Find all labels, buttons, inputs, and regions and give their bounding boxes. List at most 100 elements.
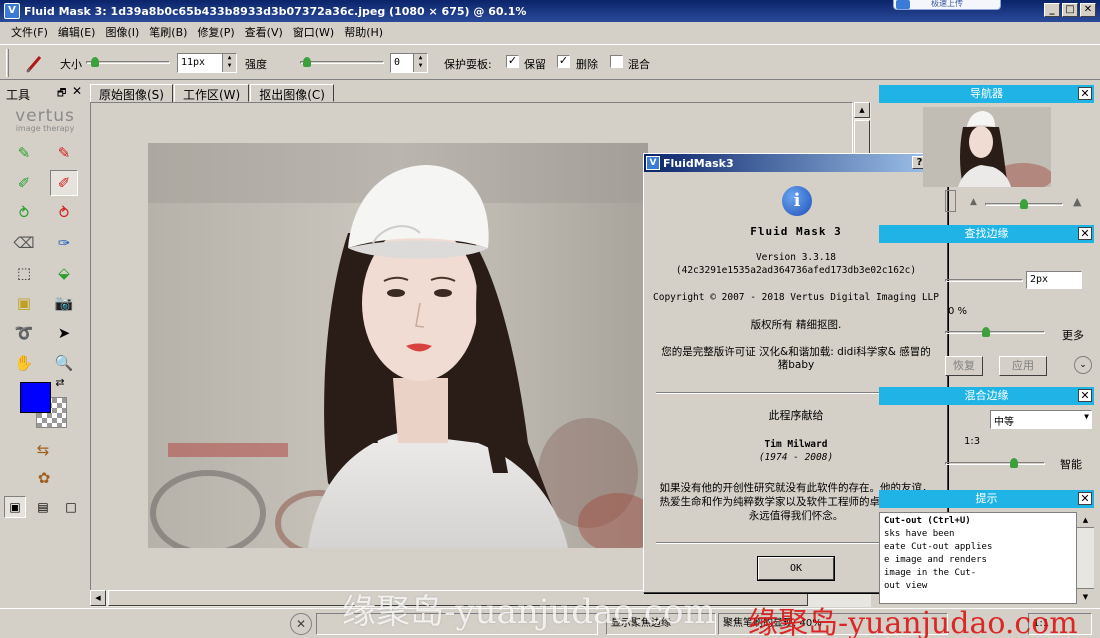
delete-brush-icon[interactable]: ✎	[50, 140, 78, 166]
expand-icon[interactable]: ⌄	[1074, 356, 1092, 374]
zoom-out-icon[interactable]: ▲	[970, 197, 977, 207]
keep-checkbox[interactable]: ✓	[506, 55, 519, 68]
lasso-icon[interactable]: ➰	[10, 320, 38, 346]
restore-button[interactable]: 恢复	[945, 356, 983, 376]
menu-repair[interactable]: 修复(P)	[192, 24, 239, 40]
selection-icon[interactable]: ⬚	[10, 260, 38, 286]
vertus-logo: vertus image therapy	[15, 106, 75, 133]
upload-button[interactable]: 极速上传	[893, 0, 1001, 10]
dialog-version: Version 3.3.18	[755, 252, 837, 263]
blend-slider-thumb[interactable]	[1010, 458, 1018, 468]
menu-window[interactable]: 窗口(W)	[288, 24, 339, 40]
size-spinner-icon[interactable]: ▲ ▼	[222, 54, 236, 72]
dialog-rights: 版权所有 精细抠图.	[750, 319, 842, 331]
scroll-left-icon[interactable]: ◀	[90, 590, 106, 606]
strength-input[interactable]: 0 ▲ ▼	[390, 53, 428, 73]
view-toggle-icon[interactable]: ⇆	[20, 437, 66, 463]
local-mask-icon[interactable]: ▣	[10, 290, 38, 316]
title-bar: V Fluid Mask 3: 1d39a8b0c65b433b8933d3b0…	[0, 0, 1100, 22]
hint-scrollbar[interactable]: ▲ ▼	[1076, 512, 1094, 604]
menu-file[interactable]: 文件(F)	[6, 24, 53, 40]
maximize-button[interactable]: □	[1062, 3, 1078, 17]
delete-fill-brush-icon[interactable]: ✐	[50, 170, 78, 196]
strength-slider-thumb[interactable]	[302, 57, 311, 67]
pointer-icon[interactable]: ➤	[50, 320, 78, 346]
menu-brush[interactable]: 笔刷(B)	[144, 24, 192, 40]
dropdown-arrow-icon: ▼	[1084, 412, 1089, 421]
zoom-slider[interactable]	[985, 199, 1063, 209]
minimize-button[interactable]: _	[1044, 3, 1060, 17]
navigator-left-icon[interactable]	[945, 190, 956, 212]
view-single-icon[interactable]: ▣	[4, 496, 26, 518]
hand-icon[interactable]: ✋	[10, 350, 38, 376]
menu-edit[interactable]: 编辑(E)	[53, 24, 101, 40]
edge-width-slider[interactable]	[945, 279, 1023, 282]
delete-patch-icon[interactable]: ⥁	[50, 200, 78, 226]
smart-label: 智能	[1060, 458, 1082, 471]
edge-width-input[interactable]: 2px	[1026, 271, 1082, 289]
menu-image[interactable]: 图像(I)	[100, 24, 144, 40]
brush-toolbar: 大小 11px ▲ ▼ 强度 0 ▲ ▼ 保护耍板: ✓ 保留 ✓ 删除 混合	[0, 44, 1100, 80]
palette-icon[interactable]: ✿	[30, 465, 58, 491]
zoom-slider-thumb[interactable]	[1020, 199, 1028, 209]
ok-button[interactable]: OK	[758, 557, 834, 580]
window-title: Fluid Mask 3: 1d39a8b0c65b433b8933d3b073…	[24, 4, 527, 18]
hint-scroll-up-icon: ▲	[1077, 512, 1094, 528]
view-full-icon[interactable]: □	[60, 496, 82, 518]
toolbar-grip[interactable]	[6, 49, 9, 77]
find-edges-close-icon[interactable]: ✕	[1078, 227, 1092, 240]
strength-spinner-icon[interactable]: ▲ ▼	[413, 54, 427, 72]
strength-slider[interactable]	[300, 57, 384, 67]
mix-checkbox[interactable]	[610, 55, 623, 68]
cancel-icon[interactable]: ✕	[290, 613, 312, 635]
blend-slider[interactable]	[945, 458, 1045, 468]
dialog-title-bar[interactable]: V FluidMask3	[644, 154, 947, 172]
fill-icon[interactable]: ⬙	[50, 260, 78, 286]
blend-edges-close-icon[interactable]: ✕	[1078, 389, 1092, 402]
delete-checkbox[interactable]: ✓	[557, 55, 570, 68]
hint-text-box: Cut-out (Ctrl+U) sks have been eate Cut-…	[879, 512, 1094, 604]
navigator-header: 导航器 ✕	[879, 85, 1094, 103]
percent-label: 0 %	[948, 306, 968, 317]
tab-cutout-image[interactable]: 抠出图像(C)	[250, 84, 334, 102]
tab-original-image[interactable]: 原始图像(S)	[90, 84, 173, 103]
hints-close-icon[interactable]: ✕	[1078, 492, 1092, 505]
keep-brush-icon[interactable]: ✎	[10, 140, 38, 166]
swap-colors-icon[interactable]: ⇄	[50, 374, 70, 390]
menu-view[interactable]: 查看(V)	[240, 24, 288, 40]
fluidmask-app-icon[interactable]: V	[4, 3, 20, 19]
view-split-icon[interactable]: ▤	[32, 496, 54, 518]
upload-icon	[896, 0, 910, 9]
eraser-icon[interactable]: ⌫	[10, 230, 38, 256]
find-edges-header: 查找边缘 ✕	[879, 225, 1094, 243]
dialog-app-icon: V	[646, 156, 660, 170]
keep-fill-brush-icon[interactable]: ✐	[10, 170, 38, 196]
size-slider[interactable]	[86, 57, 170, 67]
zoom-in-icon[interactable]: ▲	[1073, 195, 1081, 208]
dialog-dedication: 此程序献给	[768, 409, 824, 422]
camera-icon[interactable]: 📷	[50, 290, 78, 316]
navigator-thumbnail[interactable]	[923, 107, 1051, 187]
blend-mode-select[interactable]: 中等 ▼	[990, 410, 1092, 429]
dialog-license: 您的是完整版许可证 汉化&和谐加载: didi科学家& 感冒的猪baby	[661, 346, 931, 371]
edge-threshold-thumb[interactable]	[982, 327, 990, 337]
protect-label: 保护耍板:	[444, 58, 492, 71]
menu-help[interactable]: 帮助(H)	[339, 24, 388, 40]
dialog-hash: (42c3291e1535a2ad364736afed173db3e02c162…	[675, 265, 917, 276]
close-button[interactable]: ✕	[1080, 3, 1096, 17]
scroll-up-icon[interactable]: ▲	[854, 102, 870, 118]
size-input[interactable]: 11px ▲ ▼	[177, 53, 237, 73]
more-label[interactable]: 更多	[1062, 327, 1084, 343]
size-slider-thumb[interactable]	[90, 57, 99, 67]
pin-icon[interactable]: 🗗	[57, 86, 66, 103]
tools-close-icon[interactable]: ✕	[72, 84, 82, 98]
blend-brush-icon[interactable]: ✑	[50, 230, 78, 256]
info-icon: i	[782, 186, 812, 216]
apply-button[interactable]: 应用	[999, 356, 1047, 376]
tab-workspace[interactable]: 工作区(W)	[173, 84, 250, 102]
foreground-color-swatch[interactable]	[20, 382, 51, 413]
keep-patch-icon[interactable]: ⥁	[10, 200, 38, 226]
zoom-icon[interactable]: 🔍	[50, 350, 78, 376]
navigator-close-icon[interactable]: ✕	[1078, 87, 1092, 100]
edge-threshold-slider[interactable]	[945, 327, 1045, 337]
